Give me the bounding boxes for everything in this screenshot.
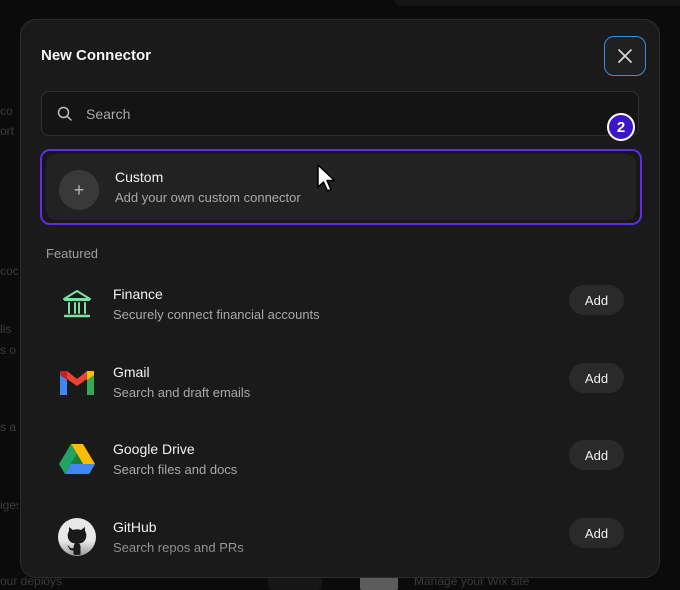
add-finance-button[interactable]: Add — [569, 285, 624, 315]
add-gmail-button[interactable]: Add — [569, 363, 624, 393]
custom-subtitle: Add your own custom connector — [115, 190, 301, 205]
search-box[interactable] — [41, 91, 639, 136]
add-github-button[interactable]: Add — [569, 518, 624, 548]
connector-title: GitHub — [113, 519, 157, 535]
connector-row-github: GitHub Search repos and PRs Add — [41, 505, 639, 575]
connector-subtitle: Search files and docs — [113, 462, 238, 477]
search-input[interactable] — [86, 105, 586, 122]
connector-subtitle: Search and draft emails — [113, 385, 251, 400]
close-button[interactable] — [604, 36, 646, 76]
background-text: s a — [0, 420, 17, 434]
dialog-title: New Connector — [41, 47, 152, 64]
connector-title: Google Drive — [113, 441, 195, 457]
background-top-bar — [395, 0, 680, 6]
connector-title: Gmail — [113, 364, 150, 380]
connector-row-google-drive: Google Drive Search files and docs Add — [41, 427, 639, 497]
mouse-cursor-icon — [316, 163, 338, 198]
step-badge: 2 — [607, 113, 635, 141]
custom-title: Custom — [115, 169, 164, 185]
connector-subtitle: Search repos and PRs — [113, 540, 244, 555]
connector-title: Finance — [113, 286, 163, 302]
background-text: s o — [0, 343, 17, 357]
background-text: lis — [0, 322, 12, 336]
background-text: ort — [0, 124, 15, 138]
featured-label: Featured — [46, 246, 99, 261]
add-google-drive-button[interactable]: Add — [569, 440, 624, 470]
close-icon — [618, 49, 632, 63]
github-icon — [57, 517, 97, 557]
connector-row-gmail: Gmail Search and draft emails Add — [41, 350, 639, 420]
connector-subtitle: Securely connect financial accounts — [113, 307, 320, 322]
new-connector-dialog: New Connector + Custom Add your own cust… — [20, 19, 660, 578]
screen: co ort coc lis s o s a iges our deploys … — [0, 0, 680, 590]
gmail-icon — [57, 362, 97, 402]
background-text: co — [0, 104, 13, 118]
connector-row-finance: Finance Securely connect financial accou… — [41, 272, 639, 342]
bank-icon — [57, 284, 97, 324]
custom-connector-body: + Custom Add your own custom connector — [46, 154, 636, 220]
search-icon — [56, 105, 74, 123]
google-drive-icon — [57, 439, 97, 479]
plus-icon: + — [59, 170, 99, 210]
background-text: coc — [0, 264, 18, 278]
custom-connector-option[interactable]: + Custom Add your own custom connector — [40, 149, 642, 225]
background-text: iges — [0, 498, 18, 512]
